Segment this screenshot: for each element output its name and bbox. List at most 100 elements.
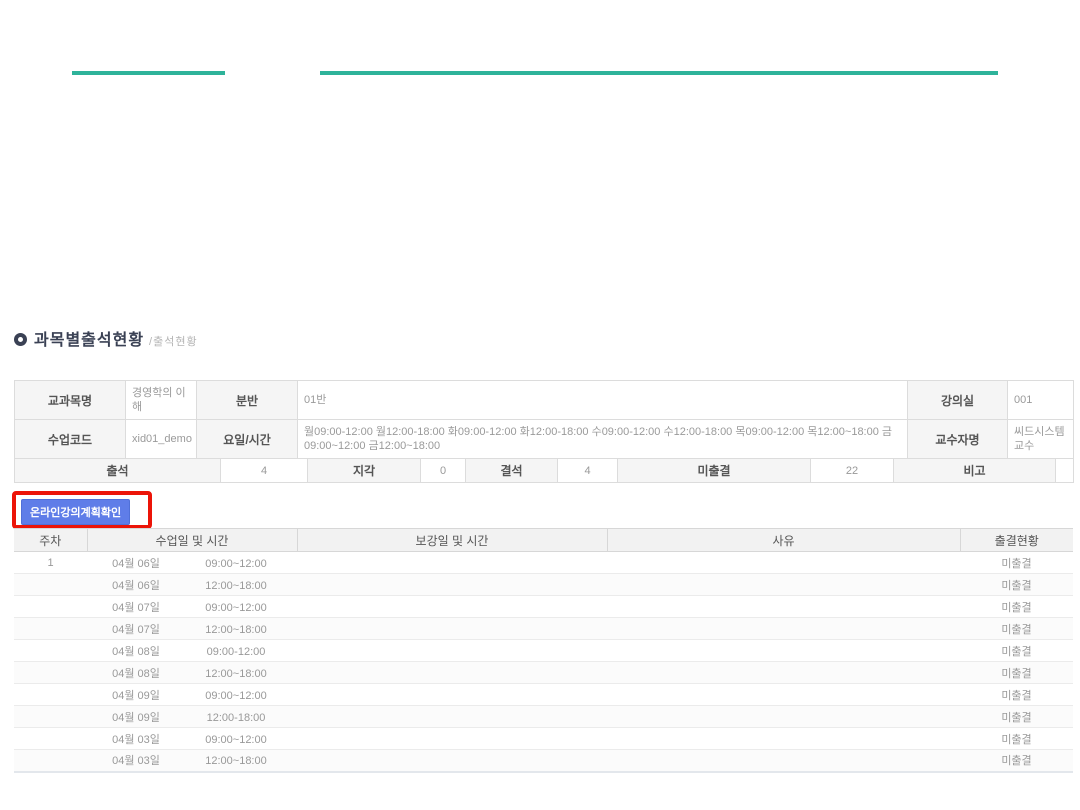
class-date: 04월 06일 xyxy=(92,577,180,593)
absent-count: 4 xyxy=(558,459,618,483)
week-number xyxy=(14,706,87,728)
status-value: 미출결 xyxy=(960,552,1073,574)
class-datetime: 04월 09일12:00-18:00 xyxy=(87,706,297,728)
course-name-label: 교과목명 xyxy=(15,381,126,420)
makeup-datetime xyxy=(297,684,607,706)
course-section-value: 01반 xyxy=(298,381,908,420)
col-reason: 사유 xyxy=(607,529,960,552)
reason xyxy=(607,706,960,728)
col-week: 주차 xyxy=(14,529,87,552)
weekly-table-header-row: 주차 수업일 및 시간 보강일 및 시간 사유 출결현황 xyxy=(14,529,1073,552)
status-value: 미출결 xyxy=(960,574,1073,596)
table-row: 04월 07일12:00~18:00 미출결 xyxy=(14,618,1073,640)
class-date: 04월 09일 xyxy=(92,687,180,703)
course-info-row: 수업코드 xid01_demo 요일/시간 월09:00-12:00 월12:0… xyxy=(15,420,1074,459)
class-date: 04월 03일 xyxy=(92,731,180,747)
schedule-label: 요일/시간 xyxy=(197,420,298,459)
table-row: 04월 06일12:00~18:00 미출결 xyxy=(14,574,1073,596)
professor-value: 씨드시스템 교수 xyxy=(1008,420,1074,459)
class-time: 09:00~12:00 xyxy=(180,734,292,746)
class-time: 09:00~12:00 xyxy=(180,602,292,614)
class-date: 04월 09일 xyxy=(92,709,180,725)
table-row: 1 04월 06일09:00~12:00 미출결 xyxy=(14,552,1073,574)
weekly-table-body: 1 04월 06일09:00~12:00 미출결 04월 06일12:00~18… xyxy=(14,552,1073,772)
week-number xyxy=(14,684,87,706)
course-info-row: 교과목명 경영학의 이해 분반 01반 강의실 001 xyxy=(15,381,1074,420)
class-date: 04월 07일 xyxy=(92,621,180,637)
class-date: 04월 08일 xyxy=(92,665,180,681)
table-row: 04월 09일12:00-18:00 미출결 xyxy=(14,706,1073,728)
reason xyxy=(607,618,960,640)
absent-label: 결석 xyxy=(466,459,558,483)
col-status: 출결현황 xyxy=(960,529,1073,552)
reason xyxy=(607,750,960,772)
table-row: 04월 09일09:00~12:00 미출결 xyxy=(14,684,1073,706)
class-datetime: 04월 06일09:00~12:00 xyxy=(87,552,297,574)
week-number xyxy=(14,640,87,662)
makeup-datetime xyxy=(297,728,607,750)
class-datetime: 04월 07일12:00~18:00 xyxy=(87,618,297,640)
schedule-value: 월09:00-12:00 월12:00-18:00 화09:00-12:00 화… xyxy=(298,420,908,459)
tab-underline-right xyxy=(320,71,998,75)
class-date: 04월 08일 xyxy=(92,643,180,659)
unrecorded-label: 미출결 xyxy=(618,459,811,483)
status-value: 미출결 xyxy=(960,662,1073,684)
class-time: 09:00~12:00 xyxy=(180,690,292,702)
reason xyxy=(607,662,960,684)
makeup-datetime xyxy=(297,596,607,618)
class-time: 09:00~12:00 xyxy=(180,558,292,570)
page-title: 과목별출석현황 xyxy=(34,332,144,349)
class-datetime: 04월 09일09:00~12:00 xyxy=(87,684,297,706)
attendance-stats-row: 출석 4 지각 0 결석 4 미출결 22 비고 xyxy=(15,459,1074,483)
online-lecture-plan-button[interactable]: 온라인강의계획확인 xyxy=(21,499,130,525)
makeup-datetime xyxy=(297,640,607,662)
makeup-datetime xyxy=(297,552,607,574)
late-label: 지각 xyxy=(308,459,421,483)
reason xyxy=(607,684,960,706)
class-time: 12:00~18:00 xyxy=(180,755,292,767)
status-value: 미출결 xyxy=(960,596,1073,618)
table-row: 04월 07일09:00~12:00 미출결 xyxy=(14,596,1073,618)
makeup-datetime xyxy=(297,662,607,684)
class-date: 04월 06일 xyxy=(92,555,180,571)
course-info-table: 교과목명 경영학의 이해 분반 01반 강의실 001 수업코드 xid01_d… xyxy=(14,380,1074,459)
week-number xyxy=(14,574,87,596)
reason xyxy=(607,728,960,750)
class-time: 12:00~18:00 xyxy=(180,668,292,680)
status-value: 미출결 xyxy=(960,684,1073,706)
class-code-label: 수업코드 xyxy=(15,420,126,459)
col-makeup-datetime: 보강일 및 시간 xyxy=(297,529,607,552)
tab-underline-left xyxy=(72,71,225,75)
weekly-attendance-table: 주차 수업일 및 시간 보강일 및 시간 사유 출결현황 1 04월 06일09… xyxy=(14,528,1073,773)
week-number xyxy=(14,662,87,684)
status-value: 미출결 xyxy=(960,640,1073,662)
attendance-stats-table: 출석 4 지각 0 결석 4 미출결 22 비고 xyxy=(14,458,1074,483)
course-section-label: 분반 xyxy=(197,381,298,420)
class-code-value: xid01_demo xyxy=(126,420,197,459)
status-value: 미출결 xyxy=(960,750,1073,772)
makeup-datetime xyxy=(297,618,607,640)
class-datetime: 04월 08일09:00-12:00 xyxy=(87,640,297,662)
week-number xyxy=(14,618,87,640)
status-value: 미출결 xyxy=(960,618,1073,640)
table-row: 04월 08일09:00-12:00 미출결 xyxy=(14,640,1073,662)
class-time: 12:00~18:00 xyxy=(180,580,292,592)
attendance-page: 과목별출석현황/출석현황 교과목명 경영학의 이해 분반 01반 강의실 001… xyxy=(0,0,1080,810)
class-time: 12:00-18:00 xyxy=(180,712,292,724)
class-datetime: 04월 03일12:00~18:00 xyxy=(87,750,297,772)
week-number xyxy=(14,750,87,772)
present-label: 출석 xyxy=(15,459,221,483)
class-datetime: 04월 08일12:00~18:00 xyxy=(87,662,297,684)
makeup-datetime xyxy=(297,750,607,772)
class-time: 12:00~18:00 xyxy=(180,624,292,636)
table-row: 04월 08일12:00~18:00 미출결 xyxy=(14,662,1073,684)
unrecorded-count: 22 xyxy=(811,459,894,483)
col-class-datetime: 수업일 및 시간 xyxy=(87,529,297,552)
professor-label: 교수자명 xyxy=(908,420,1008,459)
reason xyxy=(607,574,960,596)
section-header: 과목별출석현황/출석현황 xyxy=(14,326,198,350)
classroom-label: 강의실 xyxy=(908,381,1008,420)
status-value: 미출결 xyxy=(960,728,1073,750)
classroom-value: 001 xyxy=(1008,381,1074,420)
week-number: 1 xyxy=(14,552,87,574)
